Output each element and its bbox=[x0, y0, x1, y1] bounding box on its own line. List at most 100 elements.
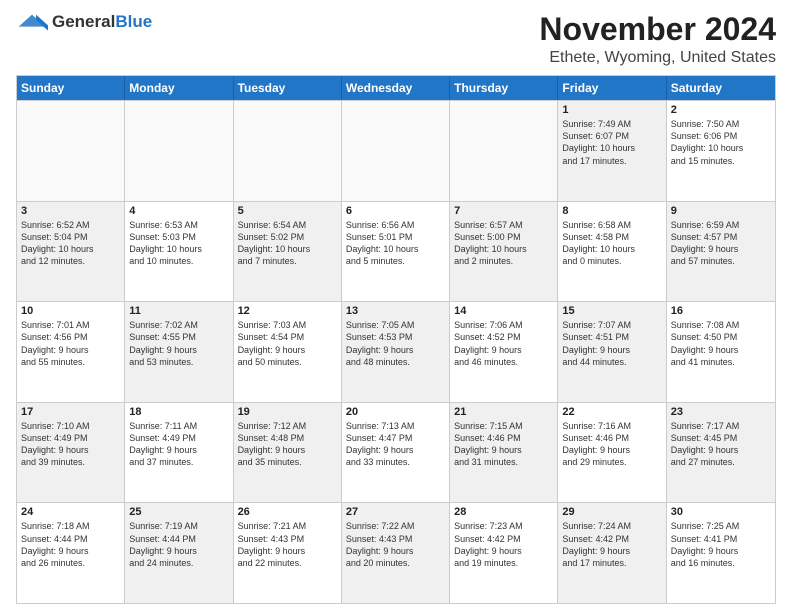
cell-info-line: Daylight: 9 hours bbox=[562, 444, 661, 456]
cell-info-line: Sunset: 4:44 PM bbox=[129, 533, 228, 545]
cell-info-line: Daylight: 9 hours bbox=[21, 545, 120, 557]
calendar: SundayMondayTuesdayWednesdayThursdayFrid… bbox=[16, 75, 776, 604]
cell-info-line: Daylight: 10 hours bbox=[562, 142, 661, 154]
cell-info-line: Daylight: 9 hours bbox=[21, 344, 120, 356]
cell-info-line: Daylight: 9 hours bbox=[129, 545, 228, 557]
cell-info-line: Daylight: 9 hours bbox=[671, 545, 771, 557]
cal-cell-r0c6: 2Sunrise: 7:50 AMSunset: 6:06 PMDaylight… bbox=[667, 101, 775, 201]
cell-info-line: Sunrise: 7:02 AM bbox=[129, 319, 228, 331]
cell-info-line: Daylight: 10 hours bbox=[562, 243, 661, 255]
cal-cell-r4c4: 28Sunrise: 7:23 AMSunset: 4:42 PMDayligh… bbox=[450, 503, 558, 603]
cal-header-wednesday: Wednesday bbox=[342, 76, 450, 100]
day-number: 10 bbox=[21, 305, 120, 317]
cell-info-line: Daylight: 9 hours bbox=[21, 444, 120, 456]
logo: GeneralBlue bbox=[16, 12, 152, 32]
day-number: 17 bbox=[21, 406, 120, 418]
logo-text: GeneralBlue bbox=[52, 12, 152, 32]
cal-cell-r3c2: 19Sunrise: 7:12 AMSunset: 4:48 PMDayligh… bbox=[234, 403, 342, 503]
day-number: 6 bbox=[346, 205, 445, 217]
cal-header-tuesday: Tuesday bbox=[234, 76, 342, 100]
cal-cell-r2c1: 11Sunrise: 7:02 AMSunset: 4:55 PMDayligh… bbox=[125, 302, 233, 402]
cell-info-line: Sunset: 4:45 PM bbox=[671, 432, 771, 444]
day-number: 28 bbox=[454, 506, 553, 518]
cell-info-line: Sunrise: 7:12 AM bbox=[238, 420, 337, 432]
cal-cell-r0c4 bbox=[450, 101, 558, 201]
cal-row-3: 17Sunrise: 7:10 AMSunset: 4:49 PMDayligh… bbox=[17, 402, 775, 503]
cell-info-line: Sunset: 4:41 PM bbox=[671, 533, 771, 545]
cal-cell-r1c2: 5Sunrise: 6:54 AMSunset: 5:02 PMDaylight… bbox=[234, 202, 342, 302]
cell-info-line: Sunset: 4:46 PM bbox=[454, 432, 553, 444]
cell-info-line: Sunrise: 7:21 AM bbox=[238, 520, 337, 532]
cell-info-line: Sunset: 4:49 PM bbox=[129, 432, 228, 444]
cal-row-1: 3Sunrise: 6:52 AMSunset: 5:04 PMDaylight… bbox=[17, 201, 775, 302]
cal-header-thursday: Thursday bbox=[450, 76, 558, 100]
cal-cell-r3c5: 22Sunrise: 7:16 AMSunset: 4:46 PMDayligh… bbox=[558, 403, 666, 503]
cal-cell-r1c4: 7Sunrise: 6:57 AMSunset: 5:00 PMDaylight… bbox=[450, 202, 558, 302]
day-number: 11 bbox=[129, 305, 228, 317]
month-title: November 2024 bbox=[539, 12, 776, 47]
cell-info-line: Sunset: 4:47 PM bbox=[346, 432, 445, 444]
cell-info-line: Daylight: 9 hours bbox=[454, 545, 553, 557]
cal-cell-r2c5: 15Sunrise: 7:07 AMSunset: 4:51 PMDayligh… bbox=[558, 302, 666, 402]
cell-info-line: Sunset: 4:51 PM bbox=[562, 331, 661, 343]
cell-info-line: Sunset: 4:44 PM bbox=[21, 533, 120, 545]
cell-info-line: Sunset: 4:42 PM bbox=[562, 533, 661, 545]
calendar-header: SundayMondayTuesdayWednesdayThursdayFrid… bbox=[17, 76, 775, 100]
cell-info-line: Daylight: 9 hours bbox=[129, 344, 228, 356]
cell-info-line: Sunrise: 7:01 AM bbox=[21, 319, 120, 331]
cell-info-line: and 27 minutes. bbox=[671, 456, 771, 468]
cell-info-line: Sunset: 5:00 PM bbox=[454, 231, 553, 243]
cell-info-line: Sunrise: 7:11 AM bbox=[129, 420, 228, 432]
generalblue-logo-icon bbox=[16, 12, 48, 32]
day-number: 5 bbox=[238, 205, 337, 217]
cal-cell-r0c3 bbox=[342, 101, 450, 201]
cell-info-line: Daylight: 9 hours bbox=[454, 444, 553, 456]
day-number: 29 bbox=[562, 506, 661, 518]
cell-info-line: Daylight: 10 hours bbox=[21, 243, 120, 255]
cell-info-line: Sunrise: 6:53 AM bbox=[129, 219, 228, 231]
title-block: November 2024 Ethete, Wyoming, United St… bbox=[539, 12, 776, 67]
cell-info-line: and 35 minutes. bbox=[238, 456, 337, 468]
cell-info-line: and 41 minutes. bbox=[671, 356, 771, 368]
cell-info-line: Daylight: 9 hours bbox=[238, 344, 337, 356]
cal-cell-r4c1: 25Sunrise: 7:19 AMSunset: 4:44 PMDayligh… bbox=[125, 503, 233, 603]
cell-info-line: Daylight: 9 hours bbox=[671, 344, 771, 356]
cell-info-line: and 29 minutes. bbox=[562, 456, 661, 468]
cal-cell-r0c2 bbox=[234, 101, 342, 201]
day-number: 16 bbox=[671, 305, 771, 317]
cell-info-line: and 7 minutes. bbox=[238, 255, 337, 267]
cell-info-line: Sunrise: 6:57 AM bbox=[454, 219, 553, 231]
cal-cell-r4c5: 29Sunrise: 7:24 AMSunset: 4:42 PMDayligh… bbox=[558, 503, 666, 603]
cal-cell-r4c2: 26Sunrise: 7:21 AMSunset: 4:43 PMDayligh… bbox=[234, 503, 342, 603]
cell-info-line: Sunset: 4:57 PM bbox=[671, 231, 771, 243]
day-number: 18 bbox=[129, 406, 228, 418]
cell-info-line: Sunrise: 7:22 AM bbox=[346, 520, 445, 532]
cal-cell-r3c1: 18Sunrise: 7:11 AMSunset: 4:49 PMDayligh… bbox=[125, 403, 233, 503]
cell-info-line: Sunset: 4:50 PM bbox=[671, 331, 771, 343]
logo-general: General bbox=[52, 12, 115, 31]
cell-info-line: Sunset: 6:06 PM bbox=[671, 130, 771, 142]
cal-row-4: 24Sunrise: 7:18 AMSunset: 4:44 PMDayligh… bbox=[17, 502, 775, 603]
day-number: 26 bbox=[238, 506, 337, 518]
cal-cell-r2c4: 14Sunrise: 7:06 AMSunset: 4:52 PMDayligh… bbox=[450, 302, 558, 402]
cal-cell-r1c1: 4Sunrise: 6:53 AMSunset: 5:03 PMDaylight… bbox=[125, 202, 233, 302]
cell-info-line: Sunrise: 7:16 AM bbox=[562, 420, 661, 432]
day-number: 14 bbox=[454, 305, 553, 317]
day-number: 27 bbox=[346, 506, 445, 518]
cell-info-line: Sunrise: 7:06 AM bbox=[454, 319, 553, 331]
cell-info-line: and 48 minutes. bbox=[346, 356, 445, 368]
cell-info-line: Daylight: 9 hours bbox=[671, 243, 771, 255]
cell-info-line: Daylight: 10 hours bbox=[129, 243, 228, 255]
day-number: 7 bbox=[454, 205, 553, 217]
cell-info-line: Sunrise: 7:18 AM bbox=[21, 520, 120, 532]
cell-info-line: Sunrise: 7:13 AM bbox=[346, 420, 445, 432]
cell-info-line: Sunrise: 7:19 AM bbox=[129, 520, 228, 532]
cell-info-line: and 46 minutes. bbox=[454, 356, 553, 368]
day-number: 8 bbox=[562, 205, 661, 217]
cell-info-line: Sunrise: 7:15 AM bbox=[454, 420, 553, 432]
day-number: 3 bbox=[21, 205, 120, 217]
day-number: 12 bbox=[238, 305, 337, 317]
cell-info-line: and 5 minutes. bbox=[346, 255, 445, 267]
cal-cell-r0c0 bbox=[17, 101, 125, 201]
cell-info-line: and 10 minutes. bbox=[129, 255, 228, 267]
